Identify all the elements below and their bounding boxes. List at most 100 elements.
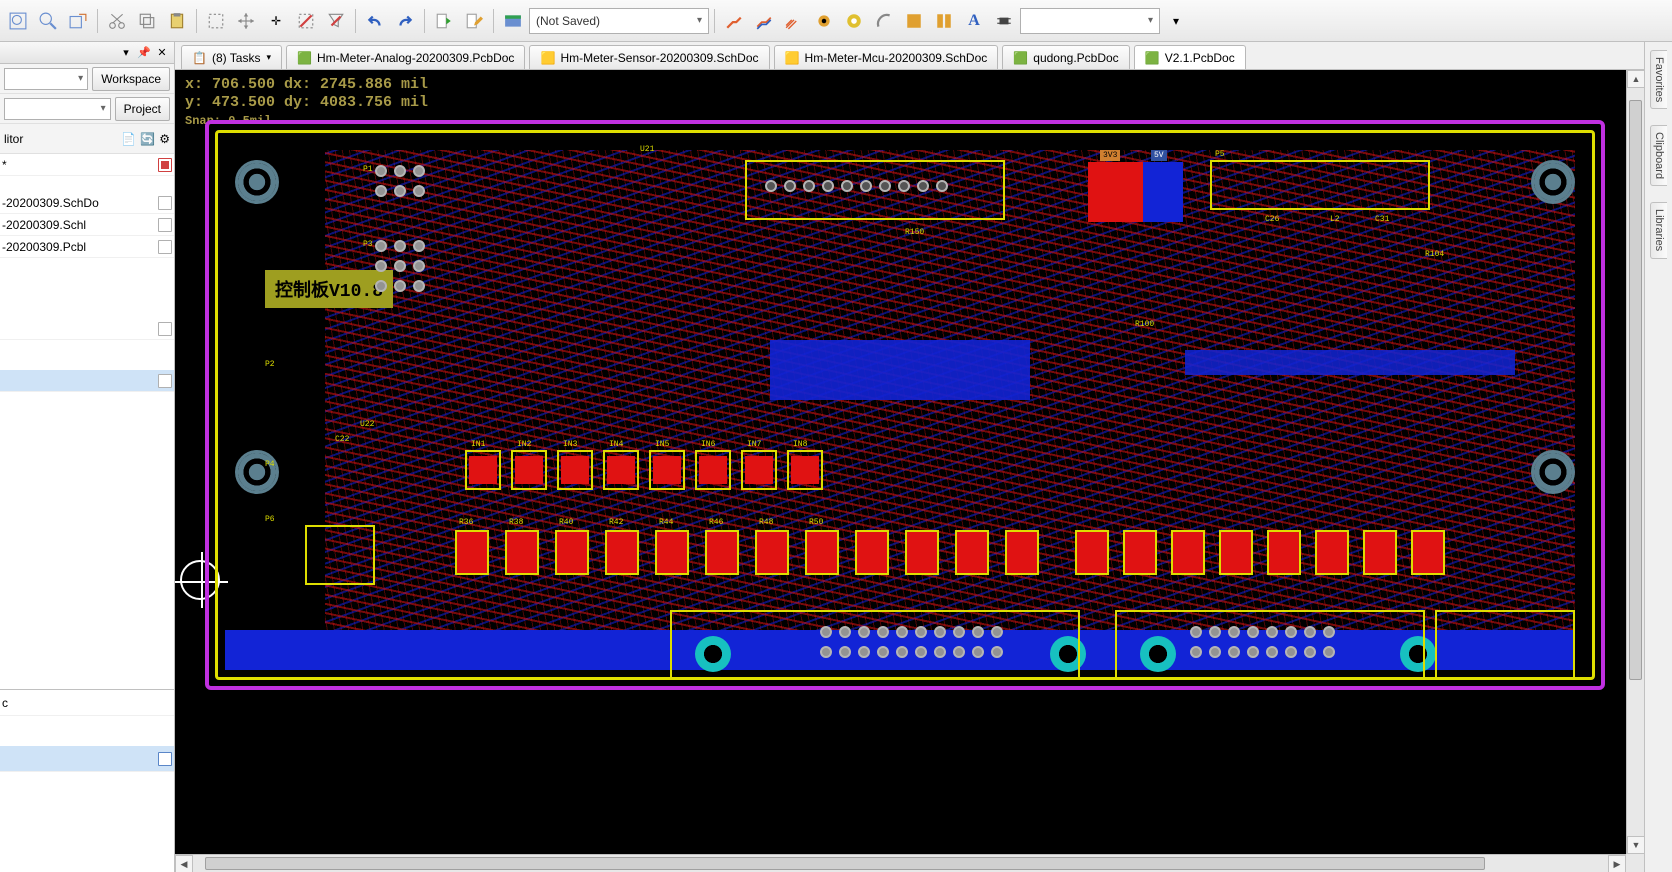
route-track-icon[interactable] <box>720 7 748 35</box>
route-multi-icon[interactable] <box>780 7 808 35</box>
document-tab-bar: 📋 (8) Tasks ▾ 🟩 Hm-Meter-Analog-20200309… <box>175 42 1644 70</box>
redo-icon[interactable] <box>391 7 419 35</box>
paste-icon[interactable] <box>163 7 191 35</box>
settings-icon[interactable]: ⚙ <box>159 132 170 146</box>
select-touching-icon[interactable] <box>202 7 230 35</box>
routing-layer <box>325 150 1575 660</box>
tab-pcbdoc[interactable]: 🟩 qudong.PcbDoc <box>1002 45 1129 69</box>
driver-component <box>1267 530 1301 575</box>
header-P1 <box>375 185 425 197</box>
file-row[interactable]: -20200309.Schl <box>0 214 174 236</box>
tab-schdoc[interactable]: 🟨 Hm-Meter-Sensor-20200309.SchDoc <box>529 45 769 69</box>
file-row[interactable]: * <box>0 154 174 176</box>
designator: R150 <box>905 228 924 237</box>
designator: C26 <box>1265 215 1279 224</box>
compile-icon[interactable]: 📄 <box>121 132 136 146</box>
tab-tasks[interactable]: 📋 (8) Tasks ▾ <box>181 45 282 69</box>
tab-pcbdoc[interactable]: 🟩 Hm-Meter-Analog-20200309.PcbDoc <box>286 45 525 69</box>
scroll-thumb[interactable] <box>1629 100 1642 680</box>
crosshair-icon[interactable]: ✛ <box>262 7 290 35</box>
place-component-icon[interactable] <box>990 7 1018 35</box>
rail-tab-libraries[interactable]: Libraries <box>1650 202 1667 258</box>
place-text-icon[interactable]: A <box>960 7 988 35</box>
right-rail: Favorites Clipboard Libraries <box>1644 42 1672 872</box>
scroll-right-icon[interactable]: ▶ <box>1608 855 1626 872</box>
place-arc-icon[interactable] <box>870 7 898 35</box>
relay-component <box>855 530 889 575</box>
vertical-scrollbar[interactable]: ▲ ▼ <box>1626 70 1644 854</box>
tab-pcbdoc-active[interactable]: 🟩 V2.1.PcbDoc <box>1134 45 1246 69</box>
project-panel: ▾ 📌 ✕ Workspace Project litor 📄 🔄 ⚙ * -2… <box>0 42 175 872</box>
file-row-selected[interactable] <box>0 746 174 772</box>
document-icon <box>158 752 172 766</box>
workspace-button[interactable]: Workspace <box>92 67 170 91</box>
zoom-window-icon[interactable] <box>34 7 62 35</box>
file-row[interactable]: c <box>0 690 174 716</box>
chevron-down-icon[interactable]: ▾ <box>118 45 134 61</box>
designator: R38 <box>509 518 523 527</box>
rail-tab-clipboard[interactable]: Clipboard <box>1650 125 1667 186</box>
component-class-dropdown[interactable] <box>1020 8 1160 34</box>
driver-component <box>1171 530 1205 575</box>
pcb-canvas[interactable]: x: 706.500 dx: 2745.886 mil y: 473.500 d… <box>175 70 1626 854</box>
view-config-dropdown[interactable]: (Not Saved) <box>529 8 709 34</box>
zoom-fit-icon[interactable] <box>4 7 32 35</box>
place-via-icon[interactable] <box>810 7 838 35</box>
pcb-icon: 🟩 <box>1145 51 1159 65</box>
power-module-5v <box>1143 162 1183 222</box>
component-outline-P6 <box>305 525 375 585</box>
power-label-3v3: 3V3 <box>1100 150 1120 161</box>
place-fill-icon[interactable] <box>900 7 928 35</box>
relay-component <box>755 530 789 575</box>
undo-icon[interactable] <box>361 7 389 35</box>
designator: C22 <box>335 435 349 444</box>
rail-tab-favorites[interactable]: Favorites <box>1650 50 1667 109</box>
toolbar-separator <box>424 9 425 33</box>
designator: R36 <box>459 518 473 527</box>
file-row[interactable]: -20200309.Pcbl <box>0 236 174 258</box>
clear-filter-icon[interactable] <box>322 7 350 35</box>
deselect-icon[interactable] <box>292 7 320 35</box>
place-dropdown-icon[interactable]: ▾ <box>1162 7 1190 35</box>
scroll-down-icon[interactable]: ▼ <box>1627 836 1645 854</box>
route-diff-icon[interactable] <box>750 7 778 35</box>
edit-script-icon[interactable] <box>460 7 488 35</box>
workspace-combo[interactable] <box>4 68 88 90</box>
file-row-selected[interactable] <box>0 370 174 392</box>
move-icon[interactable] <box>232 7 260 35</box>
run-script-icon[interactable] <box>430 7 458 35</box>
horizontal-scrollbar[interactable]: ◀ ▶ <box>175 854 1626 872</box>
designator: R100 <box>1135 320 1154 329</box>
zoom-selection-icon[interactable] <box>64 7 92 35</box>
close-icon[interactable]: ✕ <box>154 45 170 61</box>
view-config-icon[interactable] <box>499 7 527 35</box>
driver-component <box>1363 530 1397 575</box>
pin-icon[interactable]: 📌 <box>136 45 152 61</box>
project-files-tree[interactable]: * -20200309.SchDo -20200309.Schl -202003… <box>0 154 174 689</box>
designator: IN3 <box>563 440 577 449</box>
sch-icon: 🟨 <box>785 51 799 65</box>
designator: IN2 <box>517 440 531 449</box>
scroll-up-icon[interactable]: ▲ <box>1627 70 1645 88</box>
power-module-3v3 <box>1088 162 1143 222</box>
project-button[interactable]: Project <box>115 97 170 121</box>
designator: P1 <box>363 165 373 174</box>
sch-icon: 🟨 <box>540 51 554 65</box>
driver-component <box>1123 530 1157 575</box>
connector-outline <box>1115 610 1425 680</box>
project-combo[interactable] <box>4 98 111 120</box>
designator: R50 <box>809 518 823 527</box>
scroll-left-icon[interactable]: ◀ <box>175 855 193 872</box>
copy-icon[interactable] <box>133 7 161 35</box>
header-P3 <box>375 240 425 252</box>
refresh-icon[interactable]: 🔄 <box>140 132 155 146</box>
place-polygon-icon[interactable] <box>930 7 958 35</box>
scroll-thumb[interactable] <box>205 857 1485 870</box>
cut-icon[interactable] <box>103 7 131 35</box>
place-pad-icon[interactable] <box>840 7 868 35</box>
tab-schdoc[interactable]: 🟨 Hm-Meter-Mcu-20200309.SchDoc <box>774 45 999 69</box>
designator: P6 <box>265 515 275 524</box>
file-row[interactable] <box>0 318 174 340</box>
file-row[interactable]: -20200309.SchDo <box>0 192 174 214</box>
designator: U22 <box>360 420 374 429</box>
